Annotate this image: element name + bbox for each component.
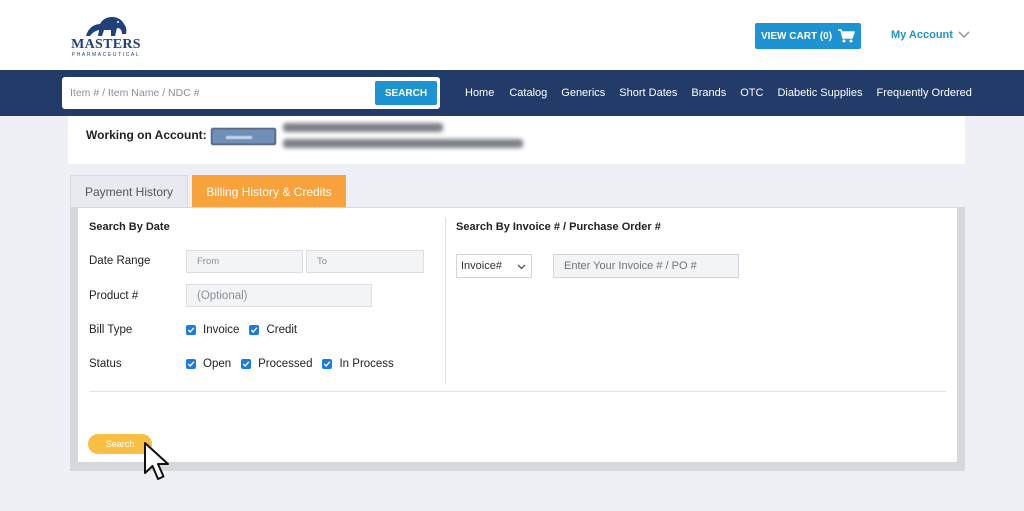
checkbox-checked-icon [241, 359, 252, 369]
billing-search-panel: Search By Date Date Range Product # Bill… [70, 207, 965, 471]
checkbox-checked-icon [186, 325, 196, 335]
chevron-down-icon [958, 31, 970, 39]
logo-text: MASTERS [71, 37, 141, 52]
account-address-redacted [283, 139, 523, 148]
checkbox-checked-icon [186, 359, 196, 369]
invoice-po-input[interactable] [553, 254, 739, 278]
invoice-type-select-value: Invoice# [461, 260, 502, 272]
nav-link-generics[interactable]: Generics [561, 87, 605, 99]
search-button[interactable]: SEARCH [375, 81, 437, 105]
my-account-label: My Account [891, 29, 953, 41]
in-process-checkbox[interactable]: In Process [322, 358, 394, 370]
invoice-checkbox-label: Invoice [203, 324, 240, 336]
main-navbar: SEARCH Home Catalog Generics Short Dates… [0, 70, 1024, 116]
account-bar: Working on Account: [68, 116, 965, 164]
credit-checkbox-label: Credit [266, 324, 298, 336]
status-checkboxes: Open Processed In Process [186, 358, 404, 370]
date-to-field[interactable] [306, 250, 424, 273]
checkbox-checked-icon [249, 325, 260, 335]
product-number-field[interactable] [186, 284, 372, 307]
form-divider [89, 391, 946, 392]
masters-logo[interactable]: MASTERS PHARMACEUTICAL [68, 14, 144, 58]
invoice-type-select[interactable]: Invoice# [456, 254, 532, 278]
date-range-label: Date Range [89, 255, 151, 267]
nav-links: Home Catalog Generics Short Dates Brands… [465, 70, 972, 116]
logo-subtext: PHARMACEUTICAL [71, 52, 141, 58]
date-from-field[interactable] [186, 250, 303, 273]
search-box: SEARCH [62, 77, 440, 109]
nav-link-diabetic-supplies[interactable]: Diabetic Supplies [777, 87, 862, 99]
chevron-down-icon [517, 264, 526, 270]
nav-link-brands[interactable]: Brands [691, 87, 726, 99]
mouse-pointer-icon [144, 442, 169, 480]
account-selector[interactable] [211, 128, 276, 145]
my-account-menu[interactable]: My Account [891, 29, 970, 41]
search-input[interactable] [66, 81, 366, 105]
tab-billing-history-credits[interactable]: Billing History & Credits [192, 175, 346, 208]
column-divider [445, 218, 446, 384]
status-label: Status [89, 358, 122, 370]
nav-link-catalog[interactable]: Catalog [509, 87, 547, 99]
nav-link-short-dates[interactable]: Short Dates [619, 87, 677, 99]
open-checkbox-label: Open [203, 358, 232, 370]
search-by-invoice-title: Search By Invoice # / Purchase Order # [456, 221, 661, 233]
working-on-account-label: Working on Account: [86, 128, 207, 142]
tab-payment-history[interactable]: Payment History [70, 175, 188, 208]
site-header: MASTERS PHARMACEUTICAL VIEW CART (0) My … [0, 0, 1024, 70]
processed-checkbox[interactable]: Processed [241, 358, 312, 370]
product-number-label: Product # [89, 290, 139, 302]
nav-link-frequently-ordered[interactable]: Frequently Ordered [876, 87, 971, 99]
cart-icon [838, 29, 855, 43]
nav-link-otc[interactable]: OTC [740, 87, 763, 99]
search-by-date-title: Search By Date [89, 221, 170, 233]
lion-logo-icon [86, 17, 127, 36]
invoice-checkbox[interactable]: Invoice [186, 324, 239, 336]
bill-type-label: Bill Type [89, 324, 133, 336]
in-process-checkbox-label: In Process [339, 358, 394, 370]
bill-type-checkboxes: Invoice Credit [186, 324, 307, 336]
nav-link-home[interactable]: Home [465, 87, 494, 99]
checkbox-checked-icon [322, 359, 333, 369]
view-cart-button[interactable]: VIEW CART (0) [755, 23, 861, 49]
account-name-redacted [283, 123, 443, 132]
open-checkbox[interactable]: Open [186, 358, 231, 370]
view-cart-label: VIEW CART (0) [760, 30, 833, 42]
billing-search-form: Search By Date Date Range Product # Bill… [78, 208, 957, 462]
credit-checkbox[interactable]: Credit [249, 324, 297, 336]
processed-checkbox-label: Processed [258, 358, 313, 370]
